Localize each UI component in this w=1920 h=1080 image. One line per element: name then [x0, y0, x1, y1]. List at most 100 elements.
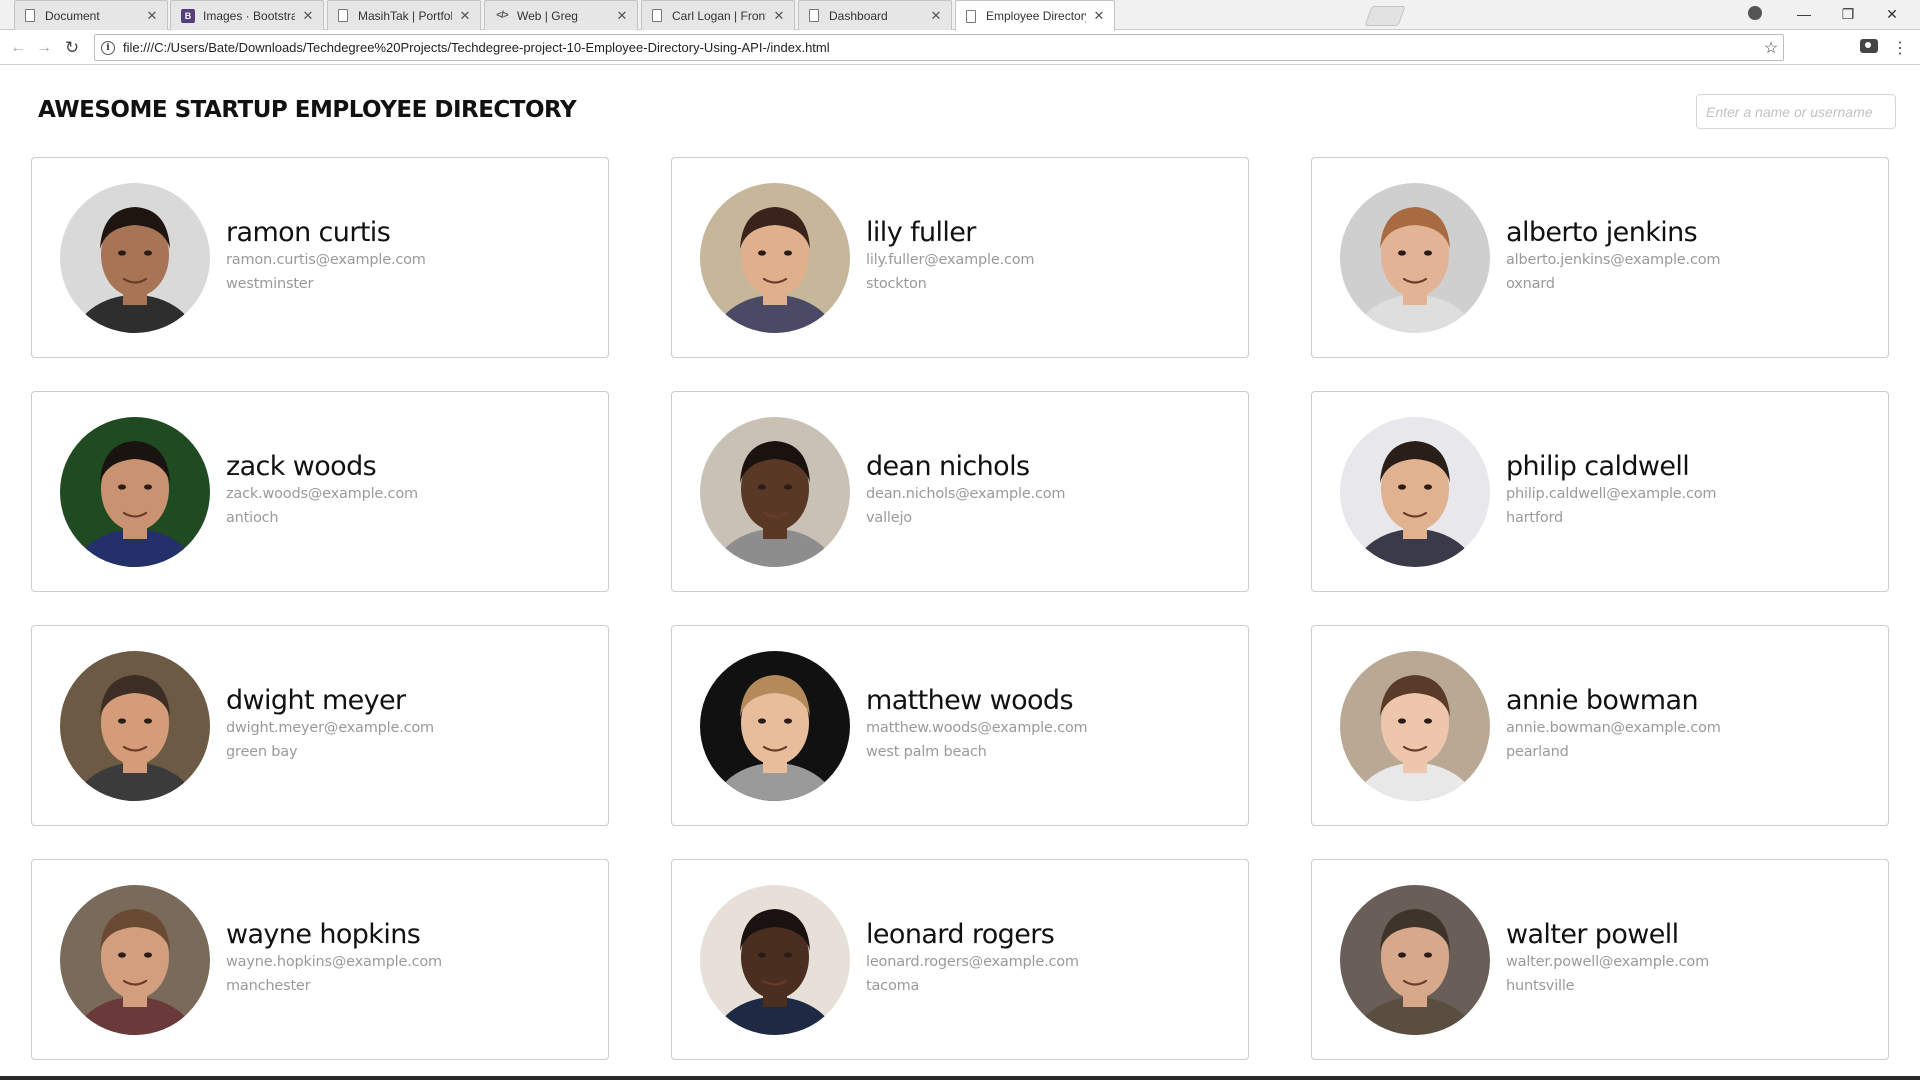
browser-tab[interactable]: Document ✕ [14, 0, 168, 30]
document-icon [966, 9, 976, 23]
employee-city: manchester [226, 977, 311, 994]
bootstrap-icon: B [181, 8, 195, 23]
avatar [700, 884, 850, 1035]
employee-city: oxnard [1506, 275, 1555, 292]
close-icon[interactable]: ✕ [772, 8, 786, 24]
address-bar[interactable]: i file:///C:/Users/Bate/Downloads/Techde… [94, 34, 1784, 61]
camera-extension-icon[interactable] [1860, 39, 1878, 53]
tab-label: MasihTak | Portfolio [358, 8, 452, 23]
avatar [700, 182, 850, 333]
employee-email: annie.bowman@example.com [1506, 719, 1721, 736]
forward-arrow-icon[interactable]: → [32, 36, 56, 60]
employee-info: matthew woods matthew.woods@example.com we… [866, 684, 1088, 760]
employee-card[interactable]: matthew woods matthew.woods@example.com we… [671, 625, 1249, 826]
close-icon[interactable]: ✕ [458, 8, 472, 24]
employee-card[interactable]: leonard rogers leonard.rogers@example.com… [671, 859, 1249, 1060]
new-tab-button[interactable] [1364, 6, 1406, 26]
employee-card[interactable]: philip caldwell philip.caldwell@example.c… [1311, 391, 1889, 592]
document-icon [25, 9, 35, 22]
employee-info: ramon curtis ramon.curtis@example.com west… [226, 216, 426, 292]
bookmark-star-icon[interactable]: ☆ [1759, 38, 1783, 58]
employee-email: dean.nichols@example.com [866, 485, 1066, 502]
employee-info: dwight meyer dwight.meyer@example.com gree… [226, 684, 434, 760]
profile-icon[interactable] [1748, 6, 1762, 20]
avatar [700, 650, 850, 801]
close-icon[interactable]: ✕ [615, 8, 629, 24]
employee-card[interactable]: walter powell walter.powell@example.com hu… [1311, 859, 1889, 1060]
avatar [60, 650, 210, 801]
search-input[interactable] [1696, 94, 1896, 129]
info-icon[interactable]: i [101, 40, 115, 55]
employee-city: hartford [1506, 509, 1564, 526]
employee-info: wayne hopkins wayne.hopkins@example.com ma… [226, 918, 442, 994]
employee-name: dean nichols [866, 450, 1030, 482]
avatar [1340, 416, 1490, 567]
employee-card[interactable]: annie bowman annie.bowman@example.com pear… [1311, 625, 1889, 826]
employee-city: green bay [226, 743, 298, 760]
employee-name: zack woods [226, 450, 377, 482]
employee-email: alberto.jenkins@example.com [1506, 251, 1721, 268]
browser-tab[interactable]: </> Web | Greg ✕ [484, 0, 638, 30]
employee-card[interactable]: dwight meyer dwight.meyer@example.com gree… [31, 625, 609, 826]
employee-name: lily fuller [866, 216, 976, 248]
employee-email: dwight.meyer@example.com [226, 719, 434, 736]
tab-label: Carl Logan | Front-End W [672, 8, 766, 23]
employee-email: wayne.hopkins@example.com [226, 953, 442, 970]
employee-city: west palm beach [866, 743, 987, 760]
employee-name: matthew woods [866, 684, 1074, 716]
reload-icon[interactable]: ↻ [60, 36, 84, 60]
browser-tab-active[interactable]: Employee Directory ✕ [955, 0, 1115, 31]
back-arrow-icon[interactable]: ← [6, 36, 30, 60]
avatar [1340, 884, 1490, 1035]
employee-card[interactable]: zack woods zack.woods@example.com antioch [31, 391, 609, 592]
employee-city: stockton [866, 275, 927, 292]
employee-city: tacoma [866, 977, 920, 994]
employee-name: leonard rogers [866, 918, 1055, 950]
window-close-icon[interactable]: ✕ [1870, 0, 1914, 28]
browser-tab[interactable]: MasihTak | Portfolio ✕ [327, 0, 481, 30]
employee-city: vallejo [866, 509, 912, 526]
close-icon[interactable]: ✕ [929, 8, 943, 24]
menu-kebab-icon[interactable]: ⋮ [1892, 36, 1908, 60]
url-text[interactable]: file:///C:/Users/Bate/Downloads/Techdegr… [123, 40, 1759, 55]
employee-card[interactable]: wayne hopkins wayne.hopkins@example.com ma… [31, 859, 609, 1060]
avatar [1340, 182, 1490, 333]
employee-card[interactable]: dean nichols dean.nichols@example.com vall… [671, 391, 1249, 592]
page-title: AWESOME STARTUP EMPLOYEE DIRECTORY [38, 97, 577, 123]
employee-card[interactable]: lily fuller lily.fuller@example.com stockt… [671, 157, 1249, 358]
avatar [60, 416, 210, 567]
employee-info: alberto jenkins alberto.jenkins@example.c… [1506, 216, 1721, 292]
avatar [1340, 650, 1490, 801]
minimize-icon[interactable]: — [1782, 0, 1826, 28]
employee-name: wayne hopkins [226, 918, 421, 950]
close-icon[interactable]: ✕ [1092, 8, 1106, 24]
browser-tab[interactable]: Carl Logan | Front-End W ✕ [641, 0, 795, 30]
tab-label: Employee Directory [986, 9, 1086, 23]
employee-card[interactable]: alberto jenkins alberto.jenkins@example.c… [1311, 157, 1889, 358]
employee-info: dean nichols dean.nichols@example.com vall… [866, 450, 1066, 526]
employee-city: westminster [226, 275, 314, 292]
browser-tab[interactable]: B Images · Bootstrap ✕ [170, 0, 324, 30]
close-icon[interactable]: ✕ [301, 8, 315, 24]
tab-label: Web | Greg [517, 8, 578, 23]
employee-email: lily.fuller@example.com [866, 251, 1035, 268]
employee-name: dwight meyer [226, 684, 406, 716]
employee-info: zack woods zack.woods@example.com antioch [226, 450, 418, 526]
browser-toolbar: ← → ↻ i file:///C:/Users/Bate/Downloads/… [0, 31, 1920, 65]
close-icon[interactable]: ✕ [145, 8, 159, 24]
employee-name: alberto jenkins [1506, 216, 1698, 248]
avatar [60, 884, 210, 1035]
employee-card[interactable]: ramon curtis ramon.curtis@example.com west… [31, 157, 609, 358]
browser-tab[interactable]: Dashboard ✕ [798, 0, 952, 30]
tab-label: Dashboard [829, 8, 888, 23]
employee-name: ramon curtis [226, 216, 391, 248]
restore-icon[interactable]: ❐ [1826, 0, 1870, 28]
tab-label: Images · Bootstrap [203, 8, 295, 23]
employee-name: walter powell [1506, 918, 1679, 950]
employee-info: philip caldwell philip.caldwell@example.c… [1506, 450, 1717, 526]
employee-email: leonard.rogers@example.com [866, 953, 1079, 970]
employee-city: pearland [1506, 743, 1569, 760]
employee-city: huntsville [1506, 977, 1575, 994]
code-icon: </> [496, 10, 508, 21]
document-icon [338, 9, 348, 22]
